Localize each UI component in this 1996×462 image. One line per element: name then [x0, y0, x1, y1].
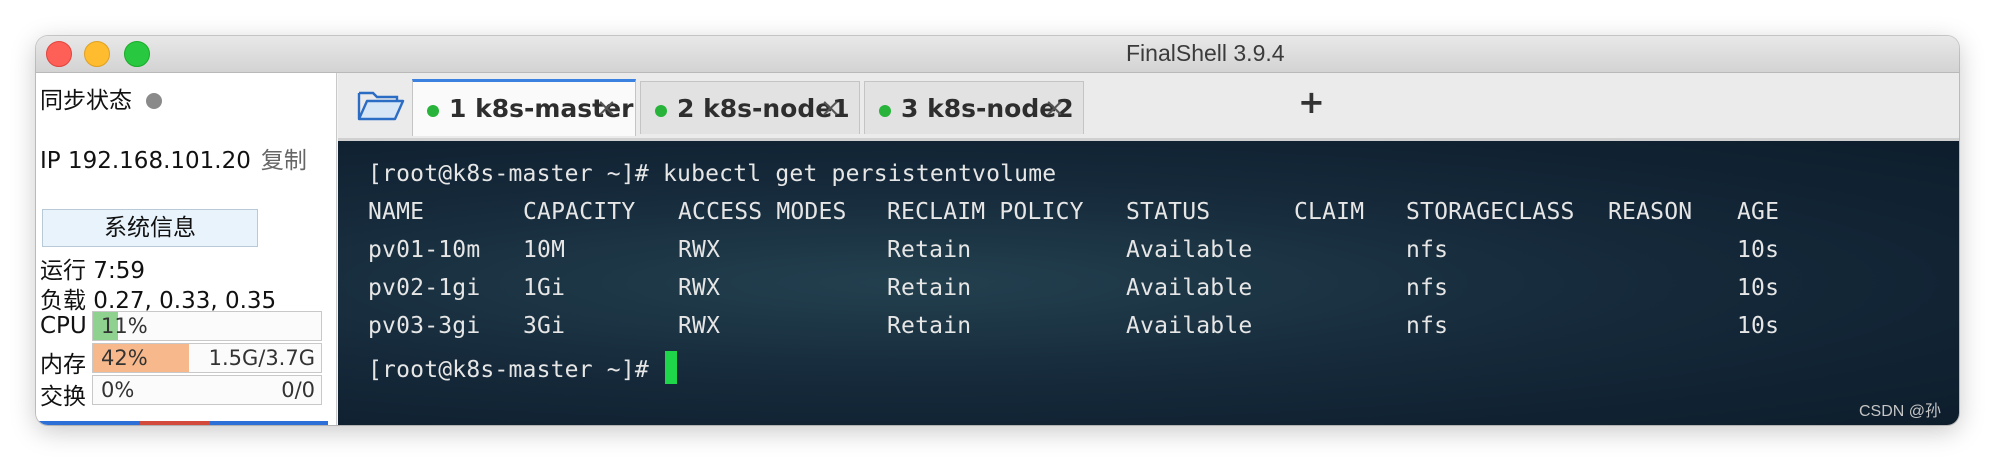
header-col-status: STATUS [1126, 199, 1211, 225]
terminal-pane[interactable]: [root@k8s-master ~]# kubectl get persist… [338, 141, 1959, 425]
swap-label: 交换 [40, 384, 86, 410]
tab-k8s-master[interactable]: 1 k8s-master × [412, 79, 636, 136]
memory-percent: 42% [101, 346, 148, 370]
tab-status-dot-icon [655, 105, 667, 117]
tab-close-icon[interactable]: × [1044, 93, 1065, 122]
finalshell-window: FinalShell 3.9.4 同步状态 IP 192.168.101.20 复… [36, 36, 1959, 425]
tab-status-dot-icon [427, 105, 439, 117]
cell-col-name: pv01-10m [368, 237, 481, 263]
memory-label: 内存 [40, 352, 86, 378]
cell-col-storageclass: nfs [1406, 275, 1449, 301]
ip-address: IP 192.168.101.20 [40, 148, 251, 174]
cell-col-storageclass: nfs [1406, 313, 1449, 339]
terminal-prompt-line: [root@k8s-master ~]# [368, 351, 677, 384]
tab-k8s-node1[interactable]: 2 k8s-node1 × [640, 81, 860, 134]
cell-col-access-modes: RWX [678, 237, 721, 263]
cpu-label: CPU [40, 313, 87, 339]
sidebar-status-strip [36, 421, 328, 425]
sync-status-dot-icon [146, 93, 162, 109]
cpu-value: 11% [101, 314, 148, 338]
cell-col-access-modes: RWX [678, 275, 721, 301]
swap-meter: 0% 0/0 [92, 375, 322, 405]
uptime-text: 运行 7:59 [40, 258, 145, 284]
cell-col-status: Available [1126, 237, 1253, 263]
minimize-window-button[interactable] [84, 41, 110, 67]
session-tab-bar: 1 k8s-master × 2 k8s-node1 × 3 k8s-node2… [338, 73, 1959, 141]
table-row: pv03-3gi 3Gi RWX Retain Available nfs 10s [368, 313, 1868, 343]
cell-col-capacity: 10M [523, 237, 566, 263]
header-col-access-modes: ACCESS MODES [678, 199, 847, 225]
swap-percent: 0% [101, 378, 135, 402]
cell-col-status: Available [1126, 275, 1253, 301]
cell-col-capacity: 1Gi [523, 275, 566, 301]
cell-col-reclaim-policy: Retain [887, 275, 972, 301]
close-window-button[interactable] [46, 41, 72, 67]
zoom-window-button[interactable] [124, 41, 150, 67]
open-folder-icon[interactable] [356, 85, 406, 125]
header-col-reclaim-policy: RECLAIM POLICY [887, 199, 1084, 225]
header-col-reason: REASON [1608, 199, 1693, 225]
window-title: FinalShell 3.9.4 [1126, 40, 1285, 66]
terminal-prompt: [root@k8s-master ~]# [368, 357, 663, 383]
cell-col-reclaim-policy: Retain [887, 313, 972, 339]
sync-status-label: 同步状态 [40, 88, 132, 114]
tab-close-icon[interactable]: × [820, 93, 841, 122]
cell-col-access-modes: RWX [678, 313, 721, 339]
table-header-row: NAME CAPACITY ACCESS MODES RECLAIM POLICY ST… [368, 199, 1868, 229]
header-col-age: AGE [1737, 199, 1780, 225]
cell-col-age: 10s [1737, 237, 1780, 263]
load-average-text: 负载 0.27, 0.33, 0.35 [40, 288, 277, 314]
header-col-storageclass: STORAGECLASS [1406, 199, 1575, 225]
tab-status-dot-icon [879, 105, 891, 117]
cell-col-storageclass: nfs [1406, 237, 1449, 263]
system-sidebar: 同步状态 IP 192.168.101.20 复制 系统信息 运行 7:59 负载… [36, 73, 337, 425]
sync-status-row: 同步状态 [40, 81, 162, 115]
table-row: pv01-10m 10M RWX Retain Available nfs 10s [368, 237, 1868, 267]
terminal-cursor [665, 351, 677, 384]
cell-col-age: 10s [1737, 313, 1780, 339]
tab-close-icon[interactable]: × [596, 93, 617, 122]
header-col-claim: CLAIM [1294, 199, 1365, 225]
table-row: pv02-1gi 1Gi RWX Retain Available nfs 10s [368, 275, 1868, 305]
header-col-name: NAME [368, 199, 425, 225]
memory-usage: 1.5G/3.7G [208, 346, 315, 370]
system-info-button[interactable]: 系统信息 [42, 209, 258, 247]
cell-col-age: 10s [1737, 275, 1780, 301]
cpu-meter: 11% [92, 311, 322, 341]
add-tab-icon[interactable]: + [1298, 83, 1325, 121]
cell-col-name: pv02-1gi [368, 275, 481, 301]
cell-col-reclaim-policy: Retain [887, 237, 972, 263]
cell-col-capacity: 3Gi [523, 313, 566, 339]
terminal-command-line: [root@k8s-master ~]# kubectl get persist… [368, 161, 1057, 187]
copy-ip-link[interactable]: 复制 [261, 148, 307, 174]
tab-k8s-node2[interactable]: 3 k8s-node2 × [864, 81, 1084, 134]
title-bar: FinalShell 3.9.4 [36, 36, 1959, 73]
header-col-capacity: CAPACITY [523, 199, 636, 225]
cell-col-name: pv03-3gi [368, 313, 481, 339]
swap-usage: 0/0 [281, 378, 315, 402]
ip-row: IP 192.168.101.20 复制 [40, 141, 307, 175]
cell-col-status: Available [1126, 313, 1253, 339]
memory-meter: 42% 1.5G/3.7G [92, 343, 322, 373]
watermark-text: CSDN @孙 [1858, 403, 1941, 420]
